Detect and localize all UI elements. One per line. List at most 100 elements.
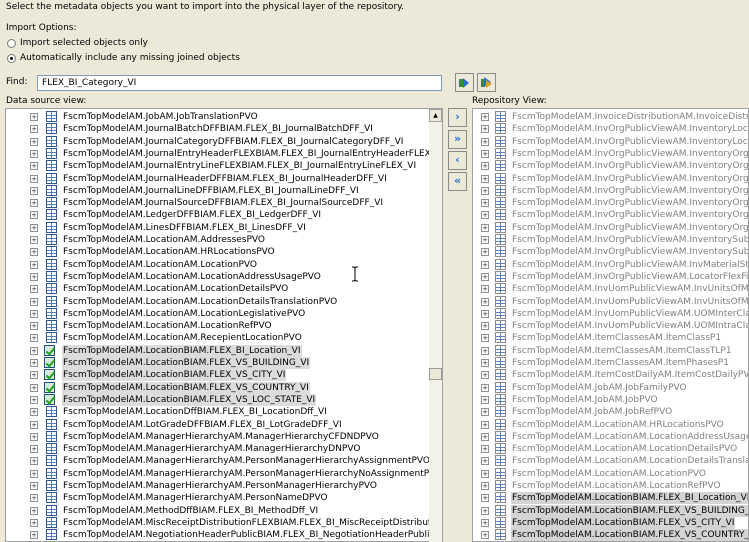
expand-icon[interactable]: + <box>30 383 38 392</box>
expand-icon[interactable]: + <box>30 531 38 540</box>
expand-icon[interactable]: + <box>30 149 38 158</box>
expand-icon[interactable]: + <box>30 285 38 294</box>
expand-icon[interactable]: + <box>481 482 489 490</box>
table-icon <box>495 283 506 295</box>
expand-icon[interactable]: + <box>30 432 38 441</box>
tree-row-label: FscmTopModelAM.ManagerHierarchyAM.Person… <box>63 481 378 491</box>
scroll-thumb[interactable] <box>429 368 442 380</box>
expand-icon[interactable]: + <box>30 322 38 331</box>
expand-icon[interactable]: + <box>30 469 38 478</box>
expand-icon[interactable]: + <box>30 162 38 171</box>
expand-icon[interactable]: + <box>481 260 489 269</box>
expand-icon[interactable]: + <box>30 199 38 208</box>
data-source-tree[interactable]: + FscmTopModelAM.JobAM.JobTranslationPVO +… <box>5 108 443 542</box>
import-selected-button[interactable]: › <box>448 108 467 127</box>
expand-icon[interactable]: + <box>30 408 38 417</box>
expand-icon[interactable]: + <box>481 445 489 454</box>
expand-icon[interactable]: + <box>481 285 489 294</box>
expand-icon[interactable]: + <box>30 371 38 380</box>
expand-icon[interactable]: + <box>481 420 489 429</box>
expand-icon[interactable]: + <box>481 113 489 121</box>
expand-icon[interactable]: + <box>30 359 38 367</box>
expand-icon[interactable]: + <box>30 186 38 195</box>
expand-icon[interactable]: + <box>30 482 38 490</box>
expand-icon[interactable]: + <box>481 272 489 281</box>
remove-selected-button[interactable]: ‹ <box>448 151 467 170</box>
find-next-button[interactable] <box>455 73 474 92</box>
radio-include-joined-label[interactable]: Automatically include any missing joined… <box>20 53 240 63</box>
table-icon <box>495 172 506 184</box>
table-icon <box>495 516 506 528</box>
expand-icon[interactable]: + <box>481 408 489 417</box>
expand-icon[interactable]: + <box>30 297 38 306</box>
expand-icon[interactable]: + <box>30 272 38 281</box>
expand-icon[interactable]: + <box>30 174 38 183</box>
expand-icon[interactable]: + <box>481 137 489 146</box>
expand-icon[interactable]: + <box>30 113 38 121</box>
radio-import-selected-label[interactable]: Import selected objects only <box>20 38 148 48</box>
expand-icon[interactable]: + <box>481 149 489 158</box>
expand-icon[interactable]: + <box>30 248 38 257</box>
expand-icon[interactable]: + <box>30 260 38 269</box>
expand-icon[interactable]: + <box>481 371 489 380</box>
expand-icon[interactable]: + <box>481 186 489 195</box>
expand-icon[interactable]: + <box>481 518 489 527</box>
data-source-scrollbar[interactable]: ▲ <box>429 109 442 542</box>
expand-icon[interactable]: + <box>481 125 489 134</box>
expand-icon[interactable]: + <box>30 334 38 343</box>
expand-icon[interactable]: + <box>481 174 489 183</box>
expand-icon[interactable]: + <box>481 248 489 257</box>
import-all-button[interactable]: » <box>448 130 467 149</box>
expand-icon[interactable]: + <box>481 236 489 244</box>
find-all-button[interactable] <box>477 73 496 92</box>
expand-icon[interactable]: + <box>30 420 38 429</box>
expand-icon[interactable]: + <box>481 334 489 343</box>
repository-row-label: FscmTopModelAM.LocationAM.HRLocationsPVO <box>512 419 724 430</box>
table-icon <box>46 221 57 233</box>
expand-icon[interactable]: + <box>30 346 38 355</box>
repository-tree[interactable]: + FscmTopModelAM.InvoiceDistributionAM.In… <box>472 108 749 542</box>
expand-icon[interactable]: + <box>481 469 489 478</box>
table-icon <box>46 184 57 196</box>
table-icon <box>46 270 57 282</box>
table-icon <box>495 258 506 270</box>
expand-icon[interactable]: + <box>30 137 38 146</box>
expand-icon[interactable]: + <box>30 445 38 454</box>
tree-row-label: FscmTopModelAM.LocationAM.LocationPVO <box>63 259 257 270</box>
expand-icon[interactable]: + <box>481 359 489 367</box>
expand-icon[interactable]: + <box>481 346 489 355</box>
expand-icon[interactable]: + <box>30 395 38 404</box>
expand-icon[interactable]: + <box>30 211 38 220</box>
expand-icon[interactable]: + <box>481 162 489 171</box>
expand-icon[interactable]: + <box>30 506 38 515</box>
expand-icon[interactable]: + <box>481 494 489 503</box>
expand-icon[interactable]: + <box>481 506 489 515</box>
repository-row-label: FscmTopModelAM.InvOrgPublicViewAM.Invent… <box>512 148 749 159</box>
expand-icon[interactable]: + <box>481 383 489 392</box>
expand-icon[interactable]: + <box>30 518 38 527</box>
expand-icon[interactable]: + <box>481 322 489 331</box>
expand-icon[interactable]: + <box>481 457 489 466</box>
expand-icon[interactable]: + <box>481 395 489 404</box>
expand-icon[interactable]: + <box>481 297 489 306</box>
expand-icon[interactable]: + <box>30 457 38 466</box>
expand-icon[interactable]: + <box>481 211 489 220</box>
expand-icon[interactable]: + <box>30 125 38 134</box>
expand-icon[interactable]: + <box>481 199 489 208</box>
expand-icon[interactable]: + <box>481 531 489 540</box>
repository-row-label: FscmTopModelAM.ItemCostDailyAM.ItemCostD… <box>512 370 749 381</box>
tree-row-label: FscmTopModelAM.ManagerHierarchyAM.Person… <box>63 493 328 504</box>
expand-icon[interactable]: + <box>481 309 489 318</box>
expand-icon[interactable]: + <box>30 236 38 244</box>
table-icon <box>495 123 506 135</box>
expand-icon[interactable]: + <box>481 223 489 232</box>
remove-all-button[interactable]: « <box>448 172 467 191</box>
radio-include-joined[interactable] <box>7 54 16 63</box>
expand-icon[interactable]: + <box>30 309 38 318</box>
radio-import-selected[interactable] <box>7 39 16 48</box>
find-input[interactable] <box>37 75 442 91</box>
expand-icon[interactable]: + <box>30 223 38 232</box>
expand-icon[interactable]: + <box>30 494 38 503</box>
scroll-up-button[interactable]: ▲ <box>429 109 442 122</box>
expand-icon[interactable]: + <box>481 432 489 441</box>
